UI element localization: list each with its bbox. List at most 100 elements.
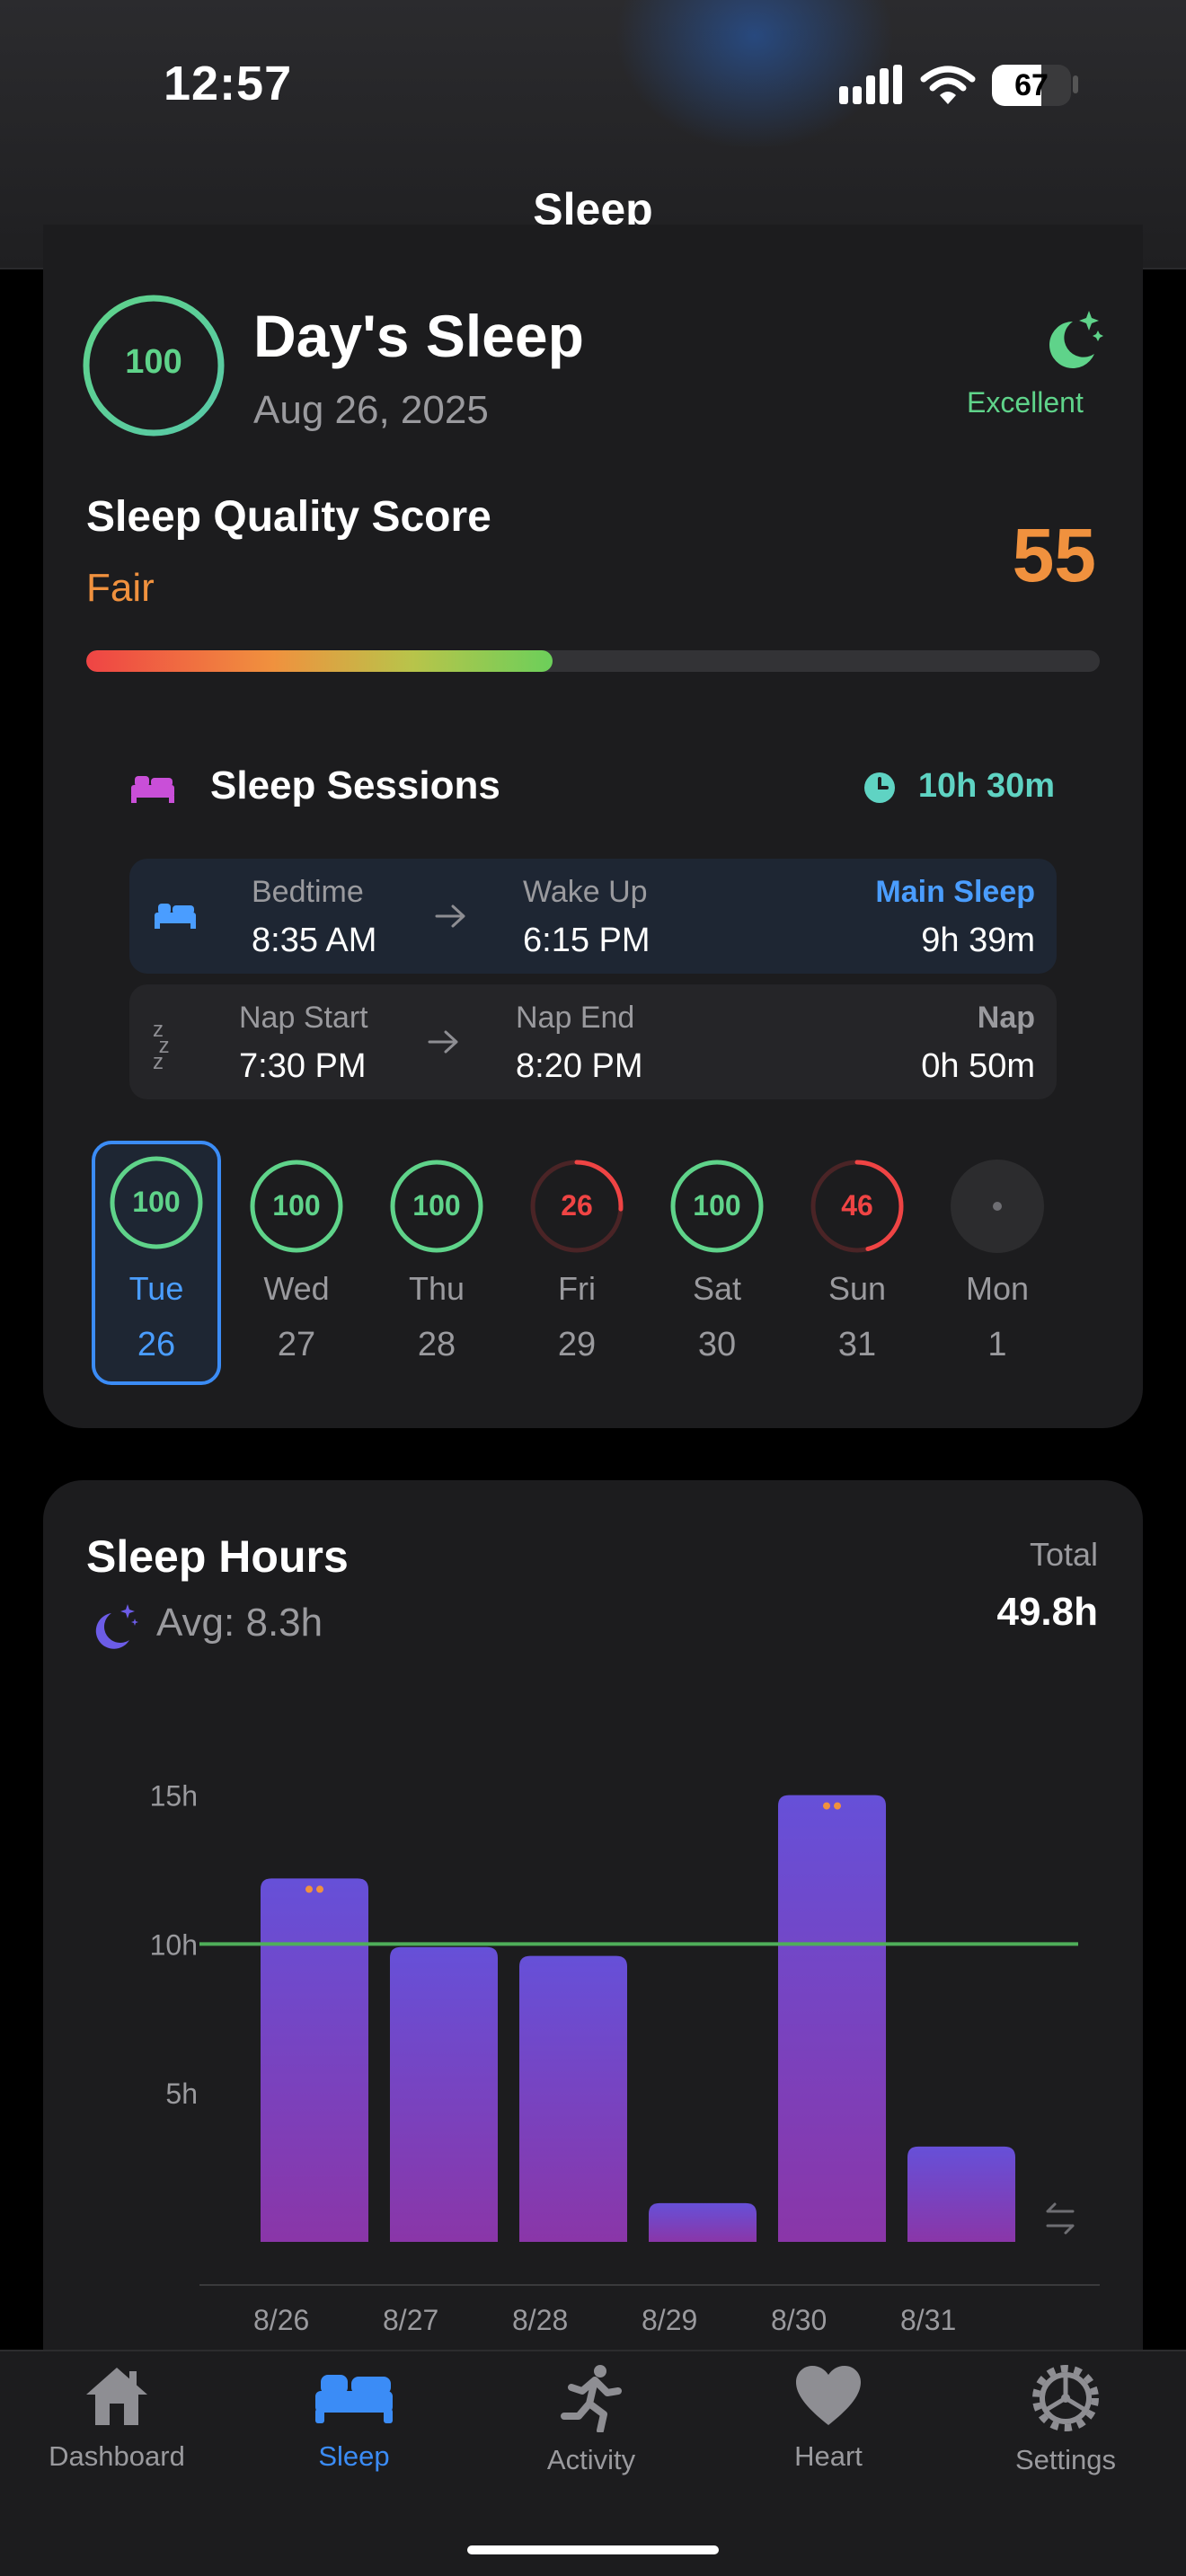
wake-up-value: 6:15 PM xyxy=(523,922,651,959)
sleep-bar-8-26[interactable] xyxy=(261,1878,368,2242)
sleep-hours-average: Avg: 8.3h xyxy=(156,1601,323,1645)
sessions-title: Sleep Sessions xyxy=(210,763,500,807)
multi-session-dot xyxy=(823,1802,830,1810)
nap-duration: 0h 50m xyxy=(921,1047,1035,1085)
sleep-hours-chart: 5h 10h 15h 8/26 8/27 8/28 8/29 8/30 8/31 xyxy=(150,1780,1100,2336)
battery-icon: 67 xyxy=(992,65,1071,106)
moon-stars-icon xyxy=(1049,311,1103,368)
gear-icon xyxy=(1032,2365,1099,2431)
day-sleep-title: Day's Sleep xyxy=(253,303,584,369)
day-tue[interactable]: Tue 26 xyxy=(93,1270,219,1364)
x-tick-label: 8/30 xyxy=(771,2304,827,2336)
day-score-label: 100 xyxy=(272,1189,321,1222)
tab-dashboard[interactable]: Dashboard xyxy=(18,2364,216,2473)
tab-activity[interactable]: Activity xyxy=(492,2364,690,2476)
wake-up-label: Wake Up xyxy=(523,875,648,909)
day-name: Wed xyxy=(263,1270,330,1307)
x-tick-label: 8/26 xyxy=(253,2304,309,2336)
tab-heart[interactable]: Heart xyxy=(730,2364,927,2473)
day-score-value: 100 xyxy=(125,343,182,381)
multi-session-dot xyxy=(305,1885,313,1893)
main-sleep-duration: 9h 39m xyxy=(921,922,1035,959)
bedtime-value: 8:35 AM xyxy=(252,922,377,959)
multi-session-dot xyxy=(316,1885,323,1893)
running-icon xyxy=(561,2365,622,2434)
battery-level: 67 xyxy=(1014,68,1049,102)
nap-start-value: 7:30 PM xyxy=(239,1047,367,1085)
scroll-arrows-icon[interactable] xyxy=(1046,2202,1075,2235)
tab-settings-label: Settings xyxy=(1014,2444,1116,2475)
sleep-bar-8-31[interactable] xyxy=(907,2146,1015,2242)
clock-icon xyxy=(864,772,895,803)
moon-stars-icon xyxy=(95,1604,138,1649)
nap-start-label: Nap Start xyxy=(239,1001,368,1035)
day-name: Sat xyxy=(692,1270,742,1307)
day-number: 28 xyxy=(417,1326,456,1363)
bed-icon xyxy=(131,776,174,803)
day-score-label: 100 xyxy=(693,1189,741,1222)
y-tick-label: 5h xyxy=(165,2078,198,2110)
tab-sleep-label: Sleep xyxy=(318,2440,390,2472)
day-score-ring xyxy=(951,1160,1044,1253)
nap-type: Nap xyxy=(977,1001,1035,1035)
x-tick-label: 8/27 xyxy=(383,2304,438,2336)
day-sat[interactable]: Sat 30 xyxy=(654,1270,780,1364)
main-sleep-row[interactable]: Bedtime 8:35 AM Wake Up 6:15 PM Main Sle… xyxy=(129,859,1057,974)
sleep-bar-8-28[interactable] xyxy=(519,1955,627,2242)
sessions-total: 10h 30m xyxy=(917,767,1055,805)
x-tick-label: 8/31 xyxy=(900,2304,956,2336)
day-score-label: 100 xyxy=(132,1186,181,1218)
arrow-right-icon xyxy=(428,1030,458,1054)
day-name: Tue xyxy=(128,1270,184,1307)
day-wed[interactable]: Wed 27 xyxy=(234,1270,359,1364)
heart-icon xyxy=(796,2366,861,2425)
day-number: 29 xyxy=(557,1326,597,1363)
house-icon xyxy=(86,2368,147,2425)
sleep-rating: Excellent xyxy=(967,386,1084,419)
bedtime-label: Bedtime xyxy=(252,875,364,909)
x-tick-label: 8/28 xyxy=(512,2304,568,2336)
day-thu[interactable]: Thu 28 xyxy=(374,1270,500,1364)
day-score-label: 100 xyxy=(412,1189,461,1222)
day-score-label: 46 xyxy=(841,1189,873,1222)
day-sun[interactable]: Sun 31 xyxy=(794,1270,920,1364)
sleep-bar-8-30[interactable] xyxy=(778,1795,886,2242)
cellular-signal-icon xyxy=(839,65,902,104)
x-tick-label: 8/29 xyxy=(642,2304,697,2336)
sleep-hours-title: Sleep Hours xyxy=(86,1531,349,1582)
y-tick-label: 10h xyxy=(150,1928,198,1961)
day-score-label: 26 xyxy=(561,1189,593,1222)
day-number: 1 xyxy=(987,1326,1007,1363)
sleep-bar-8-29[interactable] xyxy=(649,2202,757,2242)
quality-score: 55 xyxy=(1012,513,1096,597)
tab-activity-label: Activity xyxy=(546,2444,636,2475)
tab-sleep[interactable]: Sleep xyxy=(255,2364,453,2473)
quality-progress-bar xyxy=(86,650,1100,672)
day-fri[interactable]: Fri 29 xyxy=(514,1270,640,1364)
day-name: Fri xyxy=(558,1270,596,1307)
bed-icon xyxy=(315,2375,393,2423)
bed-icon xyxy=(155,904,196,929)
sleep-hours-total-label: Total xyxy=(1029,1536,1098,1573)
nap-end-label: Nap End xyxy=(516,1001,635,1035)
y-tick-label: 15h xyxy=(150,1780,198,1813)
nap-end-value: 8:20 PM xyxy=(516,1047,643,1085)
day-number: 31 xyxy=(837,1326,877,1363)
day-mon[interactable]: Mon 1 xyxy=(934,1270,1060,1364)
status-time: 12:57 xyxy=(164,57,293,110)
tab-dashboard-label: Dashboard xyxy=(49,2440,185,2472)
day-name: Mon xyxy=(965,1270,1030,1307)
day-sleep-date: Aug 26, 2025 xyxy=(253,388,489,432)
tab-settings[interactable]: Settings xyxy=(967,2364,1164,2476)
sleep-bar-8-27[interactable] xyxy=(390,1946,498,2242)
zzz-icon: z zz xyxy=(153,1018,170,1074)
nap-row[interactable]: z zz Nap Start 7:30 PM Nap End 8:20 PM N… xyxy=(129,984,1057,1099)
day-name: Sun xyxy=(828,1270,887,1307)
multi-session-dot xyxy=(834,1802,841,1810)
quality-progress-fill xyxy=(86,650,553,672)
day-number: 27 xyxy=(277,1326,316,1363)
arrow-right-icon xyxy=(435,904,465,928)
home-indicator xyxy=(467,2545,719,2554)
sleep-hours-total-value: 49.8h xyxy=(996,1590,1098,1634)
quality-label: Fair xyxy=(86,566,155,610)
